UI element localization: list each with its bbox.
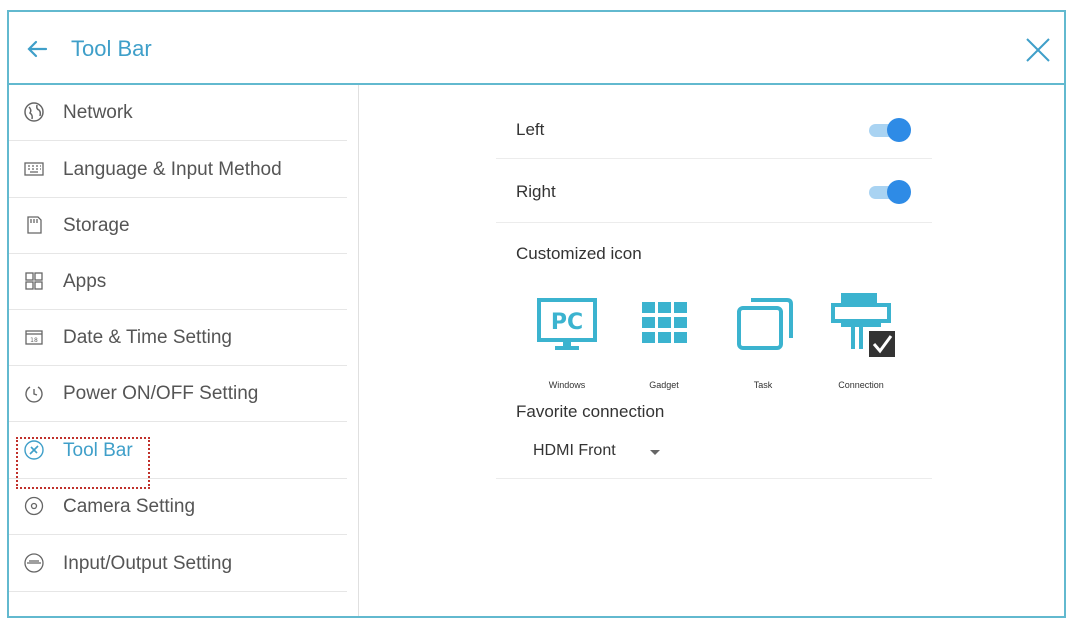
right-toolbar-row: Right: [496, 174, 932, 216]
task-windows-icon: [737, 298, 793, 350]
calendar-icon: 18: [25, 330, 43, 345]
keyboard-icon: [24, 162, 44, 176]
toggle-knob: [887, 180, 911, 204]
sidebar-item-tool-bar[interactable]: Tool Bar: [9, 423, 347, 479]
sidebar-item-language[interactable]: Language & Input Method: [9, 142, 347, 198]
left-toggle[interactable]: [869, 118, 911, 142]
sidebar-item-label: Network: [63, 102, 133, 123]
left-toolbar-row: Left: [496, 112, 932, 154]
camera-icon: [24, 496, 44, 516]
sidebar-item-label: Apps: [63, 271, 107, 292]
sidebar-item-label: Date & Time Setting: [63, 327, 232, 348]
globe-icon: [24, 102, 44, 122]
toolbar-icon: [24, 440, 44, 460]
input-output-icon: [24, 553, 44, 573]
sidebar-item-input-output[interactable]: Input/Output Setting: [9, 536, 347, 592]
chevron-down-icon: [650, 450, 660, 455]
customized-icon-label: Customized icon: [516, 244, 642, 263]
sidebar-item-label: Storage: [63, 215, 130, 236]
sidebar-item-storage[interactable]: Storage: [9, 198, 347, 254]
divider: [496, 158, 932, 159]
connection-icon: [831, 293, 895, 357]
pc-icon: PC: [537, 298, 597, 350]
sidebar-item-power[interactable]: Power ON/OFF Setting: [9, 366, 347, 422]
icon-tile-windows[interactable]: PC Windows: [527, 294, 607, 390]
sidebar: Network Language & Input Method Storage: [9, 85, 359, 616]
icon-tile-task[interactable]: Task: [723, 294, 803, 390]
divider: [496, 478, 932, 479]
close-icon[interactable]: [1024, 36, 1052, 64]
favorite-connection-dropdown[interactable]: HDMI Front: [533, 442, 660, 466]
dropdown-value: HDMI Front: [533, 442, 616, 459]
power-icon: [25, 386, 43, 403]
divider: [496, 222, 932, 223]
sidebar-item-camera[interactable]: Camera Setting: [9, 479, 347, 535]
back-arrow-icon[interactable]: [26, 38, 48, 60]
svg-text:PC: PC: [551, 310, 583, 335]
sidebar-item-apps[interactable]: Apps: [9, 254, 347, 310]
icon-tile-gadget[interactable]: Gadget: [624, 294, 704, 390]
icon-caption: Windows: [548, 380, 586, 390]
sidebar-item-date-time[interactable]: 18 Date & Time Setting: [9, 310, 347, 366]
sidebar-item-label: Language & Input Method: [63, 159, 282, 180]
left-label: Left: [516, 120, 545, 139]
sidebar-item-label: Power ON/OFF Setting: [63, 383, 259, 404]
apps-grid-icon: [25, 272, 43, 290]
sidebar-item-network[interactable]: Network: [9, 85, 347, 141]
icon-caption: Gadget: [649, 380, 679, 390]
gadget-grid-icon: [642, 302, 687, 343]
icon-caption: Task: [753, 380, 773, 390]
storage-icon: [27, 216, 42, 234]
sidebar-item-label: Camera Setting: [63, 496, 196, 517]
page-title: Tool Bar: [71, 36, 152, 61]
sidebar-item-label: Input/Output Setting: [63, 553, 233, 574]
right-toggle[interactable]: [869, 180, 911, 204]
toggle-knob: [887, 118, 911, 142]
icon-caption: Connection: [838, 380, 884, 390]
icon-tile-connection[interactable]: Connection: [821, 291, 901, 390]
sidebar-item-label: Tool Bar: [63, 440, 133, 461]
right-label: Right: [516, 182, 556, 201]
svg-text:18: 18: [30, 337, 38, 344]
favorite-connection-label: Favorite connection: [516, 402, 665, 421]
settings-window: Tool Bar Network Language & Input Method: [7, 10, 1066, 618]
header-bar: Tool Bar: [9, 12, 1064, 85]
